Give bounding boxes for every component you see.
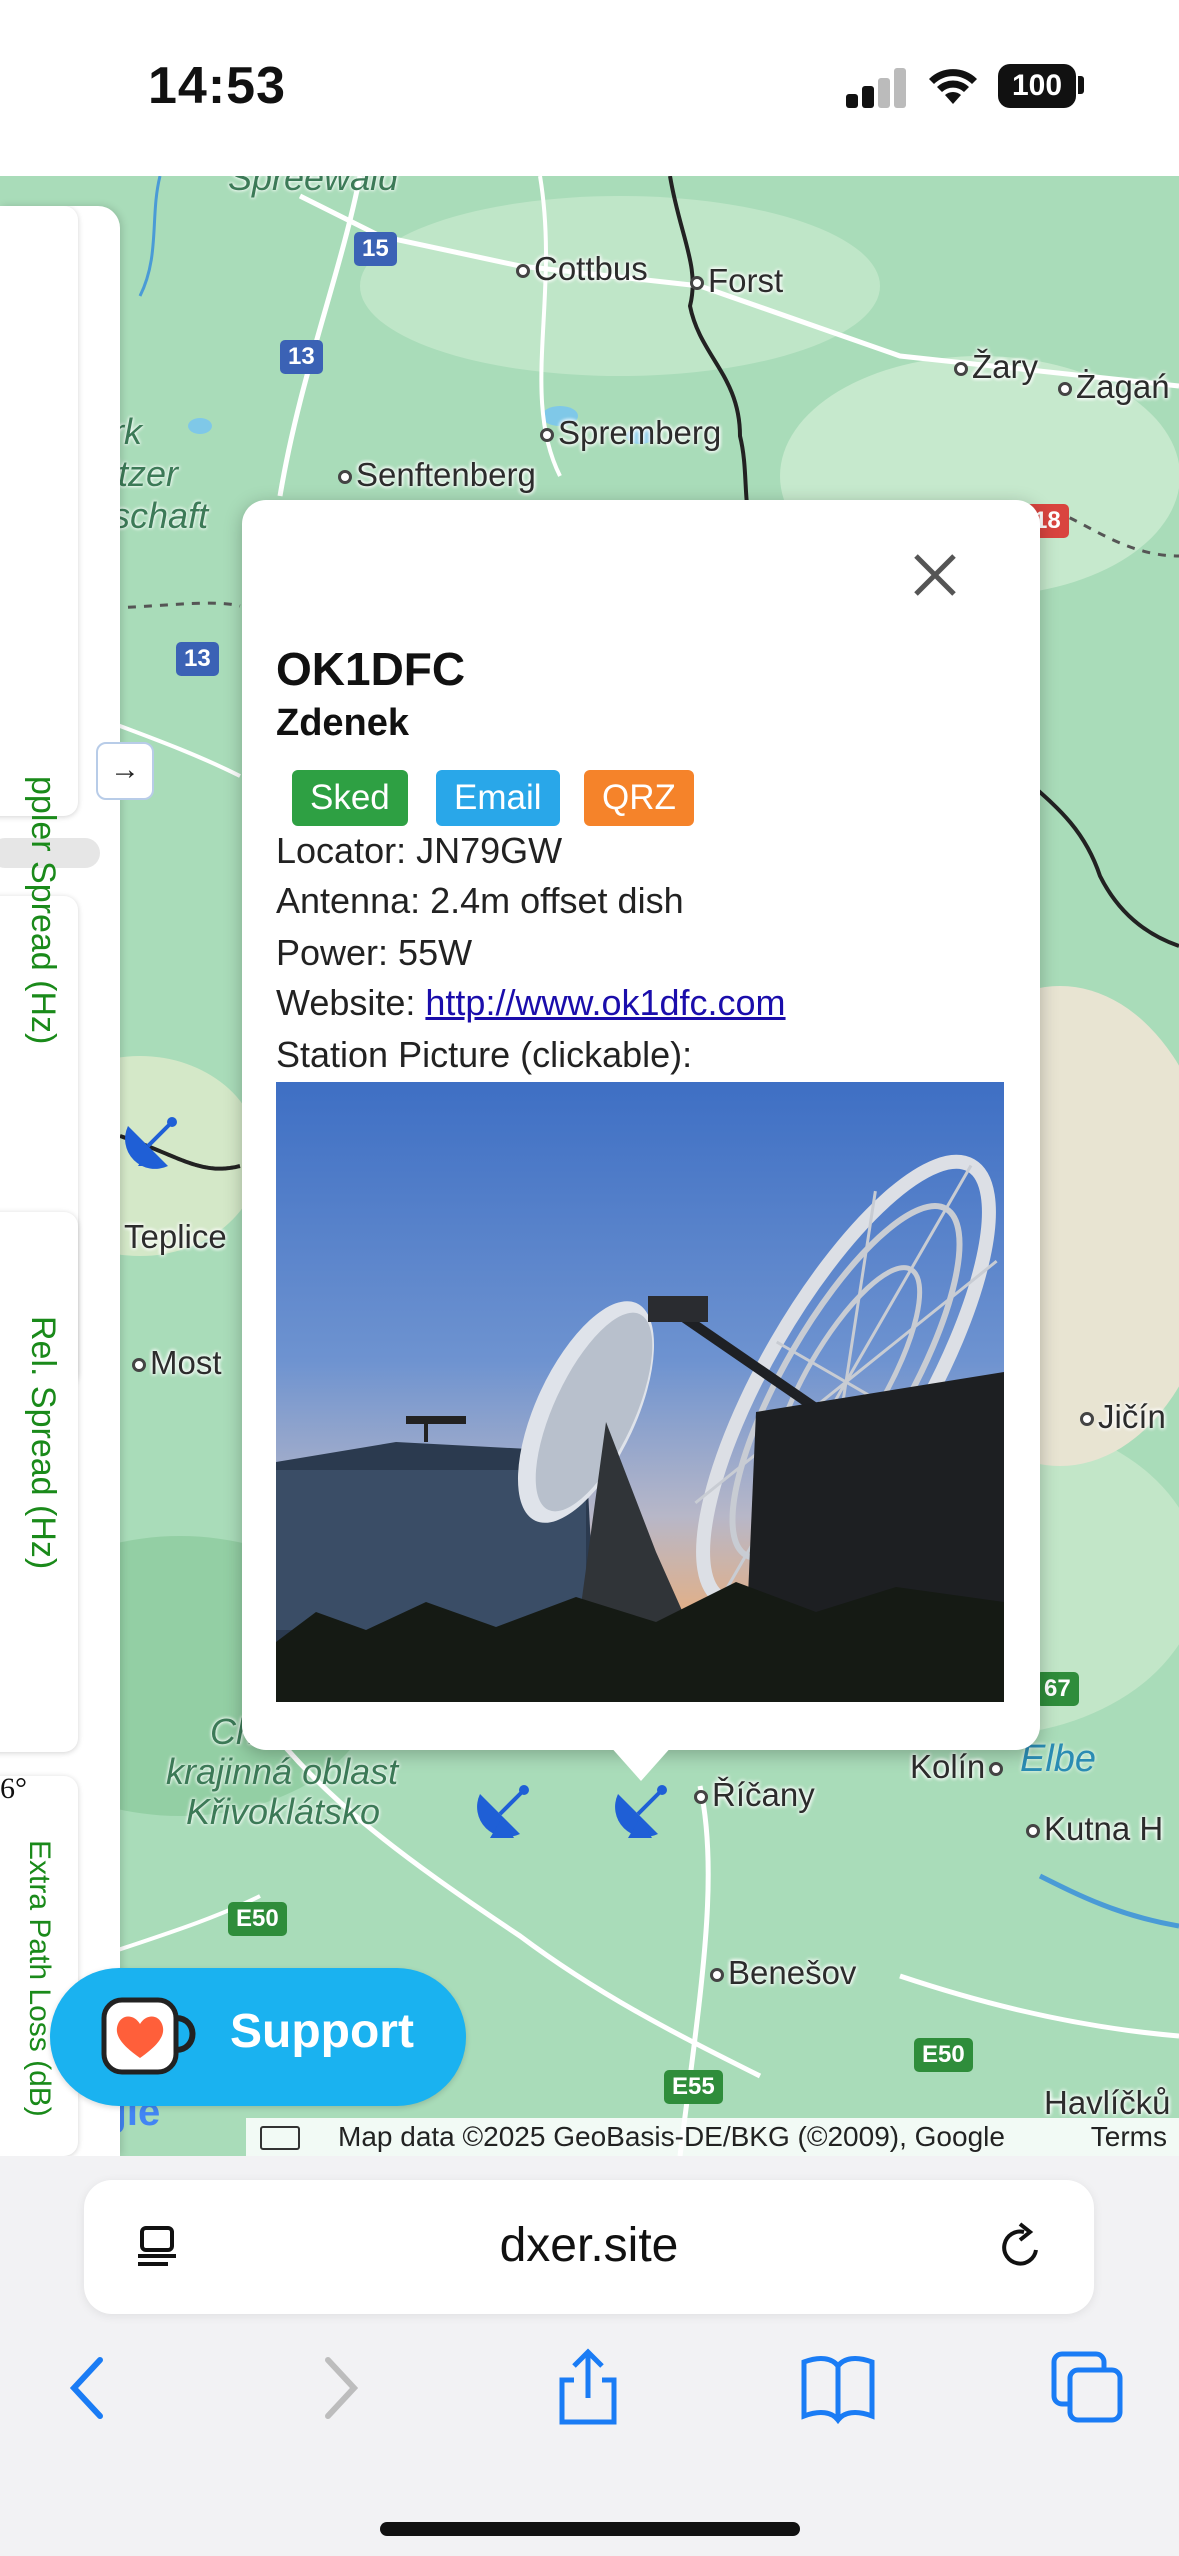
operator-name: Zdenek: [276, 702, 410, 744]
bookmarks-icon[interactable]: [798, 2348, 878, 2428]
address-bar[interactable]: dxer.site: [84, 2180, 1094, 2314]
station-marker-dish-icon[interactable]: [608, 1774, 678, 1844]
status-time: 14:53: [148, 57, 286, 115]
website-row: Website: http://www.ok1dfc.com: [276, 982, 786, 1024]
region-label: Křivoklátsko: [186, 1791, 381, 1832]
extra-path-loss-label: Extra Path Loss (dB): [23, 1840, 56, 2117]
place-kutna-hora: Kutna H: [1026, 1810, 1163, 1848]
picture-label: Station Picture (clickable):: [276, 1034, 693, 1075]
browser-toolbar: dxer.site: [0, 2156, 1179, 2556]
station-picture[interactable]: [276, 1082, 1004, 1702]
back-icon[interactable]: [48, 2348, 128, 2428]
station-marker-dish-icon[interactable]: [470, 1774, 540, 1844]
doppler-spread-label: ppler Spread (Hz): [24, 776, 62, 1045]
power-text: Power: 55W: [276, 932, 473, 973]
place-senftenberg: Senftenberg: [338, 456, 536, 494]
url-text[interactable]: dxer.site: [84, 2218, 1094, 2273]
road-shield: 13: [280, 340, 323, 374]
arrow-right-icon: →: [110, 753, 140, 786]
place-ricany: Říčany: [694, 1776, 815, 1814]
place-zagan: Żagań: [1058, 368, 1170, 406]
place-teplice: Teplice: [124, 1218, 227, 1255]
river-label: Elbe: [1020, 1738, 1097, 1780]
attribution-text: Map data ©2025 GeoBasis-DE/BKG (©2009), …: [338, 2121, 1005, 2152]
popup-pointer: [609, 1745, 673, 1781]
website-label: Website:: [276, 982, 426, 1023]
coffee-cup-heart-icon: [101, 1997, 196, 2075]
tabs-icon[interactable]: [1048, 2348, 1128, 2428]
website-link[interactable]: http://www.ok1dfc.com: [425, 982, 785, 1023]
sked-button[interactable]: Sked: [292, 770, 408, 826]
share-icon[interactable]: [548, 2348, 628, 2428]
place-benesov: Benešov: [710, 1954, 856, 1992]
callsign: OK1DFC: [276, 643, 466, 695]
place-zary: Žary: [954, 348, 1038, 386]
panel-toggle-button[interactable]: →: [96, 742, 154, 800]
support-label: Support: [230, 2005, 414, 2058]
region-label: krajinná oblast: [166, 1751, 399, 1792]
place-cottbus: Cottbus: [516, 250, 648, 288]
place-havlickuv: Havlíčků: [1044, 2084, 1171, 2121]
cellular-signal-icon: [846, 68, 908, 108]
wifi-icon: [929, 69, 977, 104]
panel-card: [0, 206, 78, 816]
close-icon[interactable]: [902, 542, 968, 608]
forward-icon[interactable]: [300, 2348, 380, 2428]
locator-text: Locator: JN79GW: [276, 830, 563, 871]
road-shield: 67: [1036, 1672, 1079, 1706]
road-shield: E55: [664, 2070, 723, 2104]
battery-icon: 100: [998, 64, 1076, 108]
place-kolin: Kolín: [910, 1748, 1007, 1786]
place-most: Most: [132, 1344, 222, 1382]
battery-tip: [1078, 76, 1084, 94]
map-attribution: Map data ©2025 GeoBasis-DE/BKG (©2009), …: [246, 2118, 1179, 2156]
email-button[interactable]: Email: [436, 770, 560, 826]
road-shield: 13: [176, 642, 219, 676]
rel-spread-label: Rel. Spread (Hz): [24, 1316, 62, 1570]
support-button[interactable]: Support: [50, 1968, 466, 2106]
status-bar: 14:53 100: [0, 0, 1179, 176]
road-shield: E50: [914, 2038, 973, 2072]
antenna-text: Antenna: 2.4m offset dish: [276, 880, 684, 921]
road-shield: 15: [354, 232, 397, 266]
place-jicin: Jičín: [1080, 1398, 1166, 1436]
keyboard-shortcuts-icon[interactable]: [260, 2126, 300, 2150]
side-panel[interactable]: ppler Spread (Hz) Rel. Spread (Hz) Extra…: [0, 206, 120, 2156]
station-popup: OK1DFC Zdenek Sked Email QRZ Locator: JN…: [242, 500, 1040, 1750]
home-indicator: [380, 2522, 800, 2536]
reload-icon[interactable]: [994, 2220, 1048, 2274]
station-marker-dish-icon[interactable]: [118, 1106, 188, 1176]
degree-value: 6°: [0, 1772, 27, 1805]
qrz-button[interactable]: QRZ: [584, 770, 694, 826]
road-shield: E50: [228, 1902, 287, 1936]
terms-link[interactable]: Terms: [1091, 2118, 1167, 2156]
region-label: Spreewald: [228, 176, 399, 198]
place-forst: Forst: [690, 262, 783, 300]
place-spremberg: Spremberg: [540, 414, 721, 452]
